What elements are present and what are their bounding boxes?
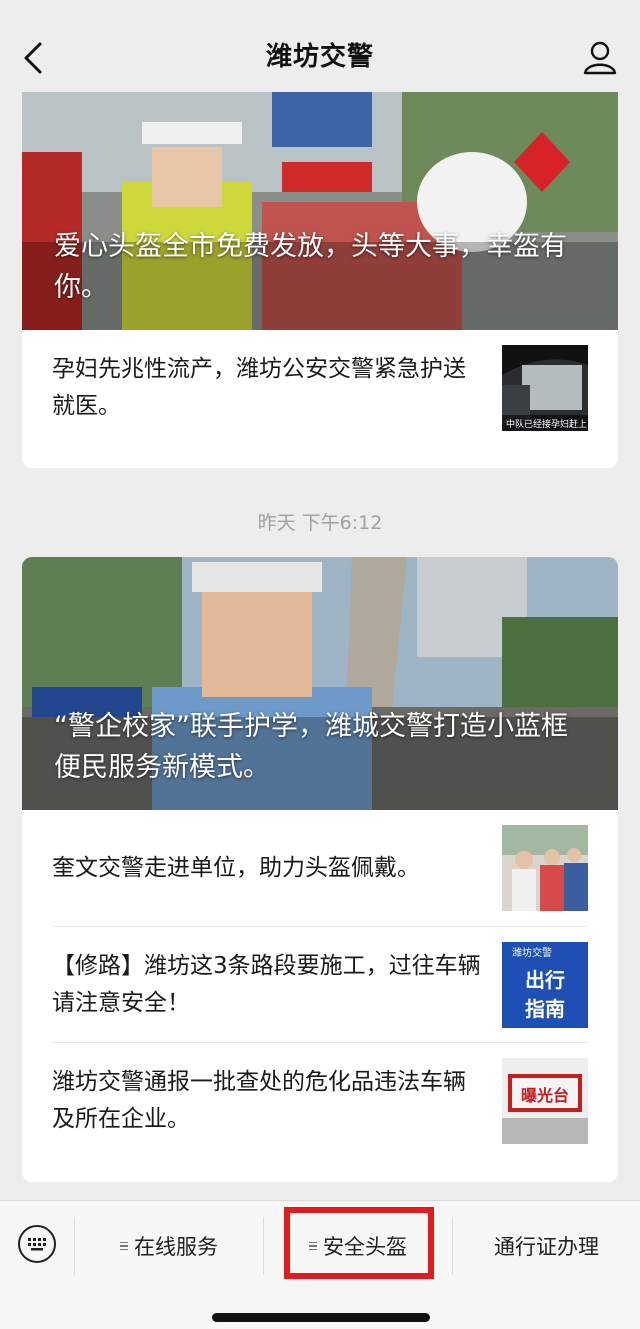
highlight-box [284,1207,434,1279]
article-card-2: “警企校家”联手护学，潍城交警打造小蓝框便民服务新模式。 奎文交警走进单位，助力… [22,557,618,1182]
menu-item-label: 在线服务 [134,1235,218,1259]
article-card-1: 爱心头盔全市免费发放，头等大事，幸盔有你。 孕妇先兆性流产，潍坊公安交警紧急护送… [22,92,618,468]
item-title: 【修路】潍坊这3条路段要施工，过往车辆请注意安全！ [52,952,481,1016]
list-item[interactable]: 奎文交警走进单位，助力头盔佩戴。 [52,810,588,926]
thumbnail-label: 潍坊交警 [512,946,552,959]
thumbnail-main-line-1: 出行 [525,968,565,992]
thumbnail-label: 曝光台 [521,1086,569,1105]
hero-title-2: “警企校家”联手护学，潍城交警打造小蓝框便民服务新模式。 [54,711,568,783]
hero-article-1[interactable]: 爱心头盔全市免费发放，头等大事，幸盔有你。 [22,92,618,330]
back-chevron-icon[interactable] [18,38,50,78]
bottom-menu-bar: 在线服务 安全头盔 通行证办理 [0,1200,640,1329]
user-icon[interactable] [580,38,620,78]
thumbnail-main-line-2: 指南 [525,997,565,1021]
page-title: 潍坊交警 [265,41,374,72]
item-title: 孕妇先兆性流产，潍坊公安交警紧急护送就医。 [52,356,466,419]
list-item[interactable]: 潍坊交警通报一批查处的危化品违法车辆及所在企业。 曝光台 [52,1042,588,1158]
keyboard-icon [28,1238,46,1251]
item-title: 潍坊交警通报一批查处的危化品违法车辆及所在企业。 [52,1068,466,1132]
keyboard-toggle-button[interactable] [18,1225,56,1263]
item-thumbnail: 中队已经接孕妇赶上 [502,345,588,431]
home-indicator[interactable] [212,1313,430,1322]
message-timestamp: 昨天 下午6:12 [257,512,383,534]
top-nav-bar: 潍坊交警 [0,0,640,92]
item-thumbnail [502,825,588,911]
list-item[interactable]: 【修路】潍坊这3条路段要施工，过往车辆请注意安全！ 潍坊交警 出行 指南 [52,926,588,1042]
item-title: 奎文交警走进单位，助力头盔佩戴。 [52,854,420,881]
menu-item-online-service[interactable]: 在线服务 [75,1217,263,1275]
item-thumbnail: 潍坊交警 出行 指南 [502,941,588,1028]
list-item[interactable]: 孕妇先兆性流产，潍坊公安交警紧急护送就医。 中队已经接孕妇赶上 [52,330,588,446]
thumbnail-caption: 中队已经接孕妇赶上 [506,418,587,430]
hero-article-2[interactable]: “警企校家”联手护学，潍城交警打造小蓝框便民服务新模式。 [22,557,618,810]
item-thumbnail: 曝光台 [502,1057,588,1144]
menu-item-permit[interactable]: 通行证办理 [453,1217,640,1275]
menu-item-label: 通行证办理 [494,1235,599,1259]
menu-lines-icon [120,1240,128,1253]
hero-title-1: 爱心头盔全市免费发放，头等大事，幸盔有你。 [54,231,567,303]
